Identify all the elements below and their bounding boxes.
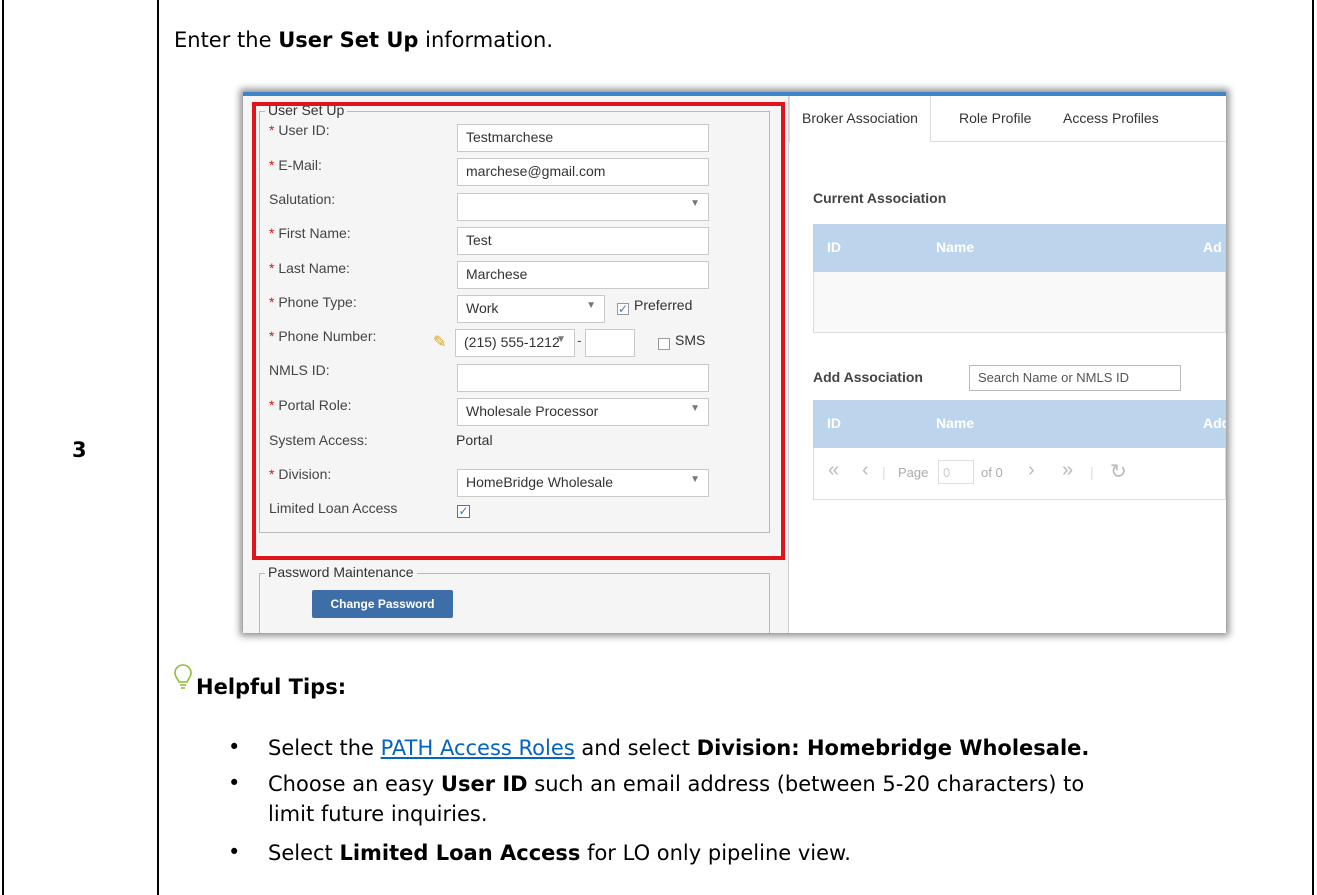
tab-bar: Broker Association Role Profile Access P… — [789, 96, 1226, 142]
password-legend: Password Maintenance — [265, 564, 417, 580]
first-page-icon[interactable]: « — [828, 459, 839, 482]
current-association-title: Current Association — [813, 190, 947, 206]
tip-item: Select the PATH Access Roles and select … — [268, 736, 1090, 760]
lightbulb-icon — [174, 664, 192, 689]
right-panel: Broker Association Role Profile Access P… — [789, 96, 1226, 633]
left-panel: User Set Up * User ID: Testmarchese * E-… — [243, 96, 789, 633]
tab-role-profile[interactable]: Role Profile — [947, 96, 1043, 141]
helpful-tips-heading: Helpful Tips: — [196, 675, 347, 699]
change-password-button[interactable]: Change Password — [312, 590, 453, 618]
column-add: Add — [1203, 415, 1226, 431]
tab-broker-association[interactable]: Broker Association — [789, 96, 931, 142]
column-name: Name — [936, 415, 975, 431]
refresh-icon[interactable]: ↻ — [1110, 459, 1127, 484]
column-id: ID — [827, 239, 841, 255]
current-association-body — [813, 272, 1226, 333]
association-search-input[interactable]: Search Name or NMLS ID — [969, 365, 1181, 391]
tip-item: Select Limited Loan Access for LO only p… — [268, 841, 851, 865]
path-access-roles-link[interactable]: PATH Access Roles — [381, 736, 575, 760]
step-number: 3 — [72, 438, 87, 462]
prev-page-icon[interactable]: ‹ — [862, 459, 869, 482]
page-of-label: of 0 — [981, 465, 1003, 480]
current-association-header: ID Name Ad — [813, 224, 1226, 272]
bullet-icon: • — [228, 840, 241, 864]
page-label: Page — [898, 465, 929, 480]
user-setup-screenshot: User Set Up * User ID: Testmarchese * E-… — [243, 92, 1226, 633]
column-id: ID — [827, 415, 841, 431]
next-page-icon[interactable]: › — [1028, 459, 1035, 482]
column-address: Ad — [1203, 239, 1222, 255]
last-page-icon[interactable]: » — [1062, 459, 1073, 482]
add-association-header: ID Name Add — [813, 400, 1226, 448]
step-title: Enter the User Set Up information. — [174, 28, 554, 52]
tab-access-profiles[interactable]: Access Profiles — [1051, 96, 1171, 141]
bullet-icon: • — [228, 735, 241, 759]
pager: « ‹ | Page 0 of 0 › » | ↻ — [813, 448, 1226, 500]
page-input[interactable]: 0 — [938, 460, 974, 484]
add-association-title: Add Association — [813, 369, 923, 385]
column-divider — [157, 0, 159, 895]
column-name: Name — [936, 239, 975, 255]
pager-divider: | — [882, 464, 886, 480]
red-highlight-box — [252, 102, 785, 560]
pager-divider: | — [1090, 464, 1094, 480]
tip-item: Choose an easy User ID such an email add… — [268, 772, 1085, 826]
bullet-icon: • — [228, 771, 241, 795]
